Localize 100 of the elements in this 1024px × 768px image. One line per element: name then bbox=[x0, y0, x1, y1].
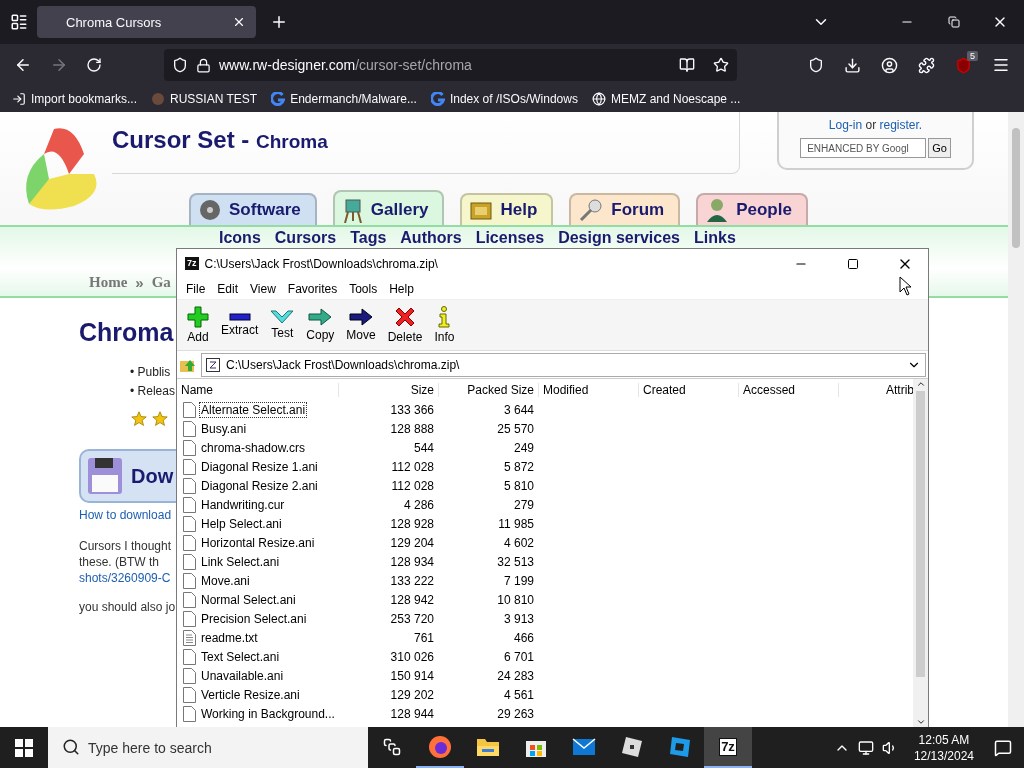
globe-icon bbox=[591, 92, 606, 106]
scroll-up-icon[interactable] bbox=[915, 379, 926, 389]
download-icon[interactable] bbox=[844, 56, 861, 74]
file-name[interactable]: Move.ani bbox=[200, 573, 251, 588]
nav-tab[interactable]: Help bbox=[460, 193, 554, 225]
new-tab-icon[interactable] bbox=[270, 13, 288, 31]
network-icon[interactable] bbox=[857, 739, 874, 756]
toolbar-button[interactable]: Add bbox=[181, 300, 215, 350]
menu-item[interactable]: View bbox=[244, 281, 282, 296]
login-link[interactable]: Log-in bbox=[828, 118, 863, 132]
back-icon[interactable] bbox=[14, 56, 32, 74]
file-name[interactable]: Handwriting.cur bbox=[200, 497, 286, 512]
column-header[interactable]: Size bbox=[339, 382, 439, 397]
size-cell-text: 128 942 bbox=[389, 592, 435, 607]
toolbar-button[interactable]: Move bbox=[340, 300, 382, 350]
search-field[interactable]: ENHANCED BY Googl bbox=[800, 138, 927, 158]
shield-icon[interactable] bbox=[172, 57, 188, 73]
scroll-down-icon[interactable] bbox=[915, 717, 926, 727]
toolbar-button[interactable]: Copy bbox=[300, 300, 341, 350]
toolbar-button[interactable]: Extract bbox=[215, 300, 265, 350]
address-bar[interactable]: www.rw-designer.com/cursor-set/chroma bbox=[164, 49, 737, 81]
page-scrollbar[interactable] bbox=[1008, 112, 1024, 727]
reader-view-icon[interactable] bbox=[679, 57, 695, 73]
register-link[interactable]: register. bbox=[879, 118, 923, 132]
bookmark-link[interactable]: Index of /ISOs/Windows bbox=[430, 92, 578, 106]
file-name[interactable]: Diagonal Resize 1.ani bbox=[200, 459, 319, 474]
bookmark-link[interactable]: RUSSIAN TEST bbox=[151, 92, 258, 106]
bookmark-link[interactable]: Import bookmarks... bbox=[12, 92, 138, 106]
list-scrollbar[interactable] bbox=[913, 379, 928, 727]
file-name[interactable]: Precision Select.ani bbox=[200, 611, 308, 626]
file-name[interactable]: Diagonal Resize 2.ani bbox=[200, 478, 319, 493]
help-link[interactable]: How to download bbox=[79, 508, 172, 522]
menu-item[interactable]: Edit bbox=[211, 281, 245, 296]
menu-item[interactable]: Favorites bbox=[281, 281, 344, 296]
bookmark-star-icon[interactable] bbox=[713, 57, 729, 73]
breadcrumb-link[interactable]: Ga bbox=[151, 273, 171, 291]
file-name[interactable]: Working in Background... bbox=[200, 706, 336, 721]
detail-item: • Publis bbox=[130, 364, 171, 381]
file-name[interactable]: Link Select.ani bbox=[200, 554, 281, 569]
nav-link[interactable]: Tags bbox=[350, 229, 387, 247]
go-button[interactable]: Go bbox=[928, 138, 951, 158]
menu-item[interactable]: Tools bbox=[343, 281, 384, 296]
file-name[interactable]: Normal Select.ani bbox=[200, 592, 297, 607]
menu-item[interactable]: Help bbox=[383, 281, 420, 296]
nav-tab[interactable]: Software bbox=[189, 193, 317, 225]
column-header[interactable]: Accessed bbox=[739, 382, 839, 397]
file-icon bbox=[183, 458, 196, 475]
tab-list-icon[interactable] bbox=[10, 13, 28, 31]
packed-size-cell-text: 249 bbox=[512, 440, 535, 455]
toolbar-button[interactable]: Info bbox=[428, 300, 461, 350]
file-name[interactable]: Text Select.ani bbox=[200, 649, 281, 664]
nav-link[interactable]: Licenses bbox=[475, 229, 545, 247]
search-field[interactable]: Type here to search bbox=[48, 727, 368, 768]
taskbar-app[interactable]: 7z bbox=[704, 727, 752, 768]
size-cell-text: 128 928 bbox=[389, 516, 435, 531]
lock-icon[interactable] bbox=[196, 57, 211, 73]
nav-link[interactable]: Cursors bbox=[274, 229, 337, 247]
nav-link[interactable]: Design services bbox=[558, 229, 680, 247]
file-name[interactable]: Horizontal Resize.ani bbox=[200, 535, 316, 550]
screenshot-link[interactable]: shots/3260909-C bbox=[79, 570, 171, 586]
shield-extension-icon[interactable] bbox=[955, 56, 972, 74]
file-name[interactable]: Busy.ani bbox=[200, 421, 248, 436]
bookmark-link[interactable]: Endermanch/Malware... bbox=[271, 92, 417, 106]
nav-link[interactable]: Authors bbox=[400, 229, 462, 247]
window-title: C:\Users\Jack Frost\Downloads\chroma.zip\ bbox=[204, 256, 438, 271]
nav-tab[interactable]: People bbox=[696, 193, 808, 225]
file-name[interactable]: readme.txt bbox=[200, 630, 259, 645]
notification-icon[interactable] bbox=[994, 738, 1012, 757]
forward-icon[interactable] bbox=[50, 56, 68, 74]
file-name[interactable]: Alternate Select.ani bbox=[200, 402, 307, 417]
file-name[interactable]: chroma-shadow.crs bbox=[200, 440, 307, 455]
extensions-icon[interactable] bbox=[918, 56, 935, 74]
column-header[interactable]: Packed Size bbox=[439, 382, 539, 397]
file-name[interactable]: Unavailable.ani bbox=[200, 668, 285, 683]
nav-tab[interactable]: Gallery bbox=[332, 190, 445, 228]
nav-link[interactable]: Links bbox=[694, 229, 736, 247]
file-name[interactable]: Verticle Resize.ani bbox=[200, 687, 301, 702]
address-field[interactable]: C:\Users\Jack Frost\Downloads\chroma.zip\ bbox=[201, 352, 926, 377]
reload-icon[interactable] bbox=[86, 57, 102, 73]
nav-link[interactable]: Icons bbox=[219, 229, 261, 247]
account-icon[interactable] bbox=[881, 56, 898, 74]
windows-icon bbox=[15, 738, 33, 757]
breadcrumb-link[interactable]: Home bbox=[89, 273, 128, 291]
file-name[interactable]: Help Select.ani bbox=[200, 516, 283, 531]
menu-item[interactable]: File bbox=[180, 281, 212, 296]
bookmark-link[interactable]: MEMZ and Noescape ... bbox=[591, 92, 741, 106]
column-header[interactable]: Modified bbox=[539, 382, 639, 397]
close-icon[interactable] bbox=[232, 15, 246, 29]
column-header[interactable]: Name bbox=[177, 382, 339, 397]
packed-size-cell-text: 24 283 bbox=[496, 668, 535, 683]
toolbar-button[interactable]: Test bbox=[264, 300, 301, 350]
toolbar-button[interactable]: Delete bbox=[381, 300, 429, 350]
download-button[interactable]: Dow bbox=[79, 449, 176, 503]
clock[interactable]: 12:05 AM 12/13/2024 bbox=[905, 731, 982, 764]
browser-tab[interactable]: Chroma Cursors bbox=[37, 6, 256, 38]
arrow-icon bbox=[308, 308, 333, 326]
column-header[interactable]: Created bbox=[639, 382, 739, 397]
menu-icon[interactable] bbox=[992, 56, 1010, 74]
nav-tab[interactable]: Forum bbox=[569, 193, 681, 225]
restore-icon[interactable] bbox=[948, 16, 960, 28]
